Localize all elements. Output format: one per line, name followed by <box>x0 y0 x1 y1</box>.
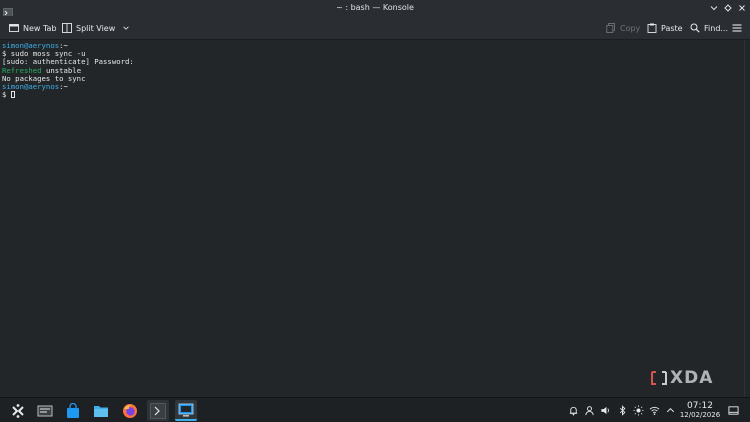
terminal-line: [sudo: authenticate] Password: <box>2 57 134 67</box>
chevron-down-icon <box>710 6 717 11</box>
copy-button[interactable]: Copy <box>606 20 640 36</box>
task-switcher-icon <box>37 405 53 416</box>
user-tray-icon[interactable] <box>583 404 595 416</box>
terminal-line: No packages to sync <box>2 73 86 83</box>
terminal-scrollbar[interactable] <box>744 40 750 397</box>
close-icon <box>738 5 745 11</box>
terminal-view[interactable]: simon@aerynos:~ $ sudo moss sync -u [sud… <box>0 40 750 397</box>
clock-time: 07:12 <box>687 401 713 411</box>
xda-logo-icon <box>651 371 667 385</box>
prompt-symbol: $ <box>2 90 11 100</box>
notifications-tray-icon[interactable] <box>567 404 579 416</box>
bluetooth-tray-icon[interactable] <box>616 404 628 416</box>
wifi-tray-icon[interactable] <box>648 404 660 416</box>
firefox-button[interactable] <box>119 400 141 421</box>
title-bar: ~ : bash — Konsole <box>0 0 750 18</box>
maximize-button[interactable] <box>723 2 732 14</box>
konsole-icon <box>178 403 194 417</box>
copy-icon <box>606 23 615 33</box>
terminal-line: simon@aerynos:~ <box>2 81 748 91</box>
clock-date: 12/02/2026 <box>679 411 721 419</box>
volume-tray-icon[interactable] <box>599 404 611 416</box>
split-view-label: Split View <box>76 23 116 33</box>
new-tab-label: New Tab <box>23 23 57 33</box>
brightness-icon <box>632 404 644 416</box>
hamburger-menu-icon <box>732 24 742 32</box>
find-label: Find... <box>704 23 729 33</box>
paste-button[interactable]: Paste <box>647 20 683 36</box>
folder-icon <box>94 405 108 417</box>
split-view-icon <box>62 23 72 33</box>
split-view-button[interactable]: Split View <box>62 20 130 36</box>
taskbar: 07:12 12/02/2026 <box>0 397 750 422</box>
toolbar: New Tab Split View Copy Paste Find... <box>0 16 750 40</box>
store-bag-icon <box>67 402 79 418</box>
speaker-icon <box>600 406 609 414</box>
minimize-button[interactable] <box>709 2 718 14</box>
xda-watermark: XDA <box>650 368 713 388</box>
bell-icon <box>569 406 577 415</box>
terminal-line: simon@aerynos:~ <box>2 41 748 50</box>
terminal-line: Refreshed unstable <box>2 66 748 75</box>
terminal-cursor <box>10 91 16 99</box>
wifi-icon <box>649 406 659 415</box>
brightness-tray-icon[interactable] <box>632 404 644 416</box>
terminal-task-button[interactable] <box>147 400 169 421</box>
file-manager-button[interactable] <box>90 400 112 421</box>
paste-label: Paste <box>661 23 683 33</box>
user-icon <box>584 405 594 415</box>
show-desktop-button[interactable] <box>727 404 739 416</box>
application-launcher-button[interactable] <box>7 400 29 421</box>
terminal-prompt-icon <box>150 402 166 419</box>
xda-watermark-text: XDA <box>670 368 714 388</box>
firefox-icon <box>123 403 137 418</box>
new-tab-icon <box>9 24 19 32</box>
digital-clock[interactable]: 07:12 12/02/2026 <box>674 401 726 420</box>
window-title: ~ : bash — Konsole <box>336 3 414 12</box>
diamond-icon <box>723 4 732 12</box>
new-tab-button[interactable]: New Tab <box>9 20 57 36</box>
copy-label: Copy <box>620 23 641 33</box>
chevron-down-icon <box>123 26 129 30</box>
desktop-icon <box>727 405 739 415</box>
paste-icon <box>647 23 657 33</box>
hamburger-menu-button[interactable] <box>732 20 742 36</box>
find-button[interactable]: Find... <box>690 20 728 36</box>
bluetooth-icon <box>619 404 625 416</box>
konsole-task-button[interactable] <box>175 400 197 421</box>
close-button[interactable] <box>737 2 746 14</box>
task-switcher-button[interactable] <box>34 400 56 421</box>
launcher-icon <box>12 403 24 418</box>
terminal-line: $ <box>2 91 748 99</box>
search-icon <box>690 23 700 33</box>
prompt-path: :~ <box>59 81 68 91</box>
discover-store-button[interactable] <box>62 400 84 421</box>
